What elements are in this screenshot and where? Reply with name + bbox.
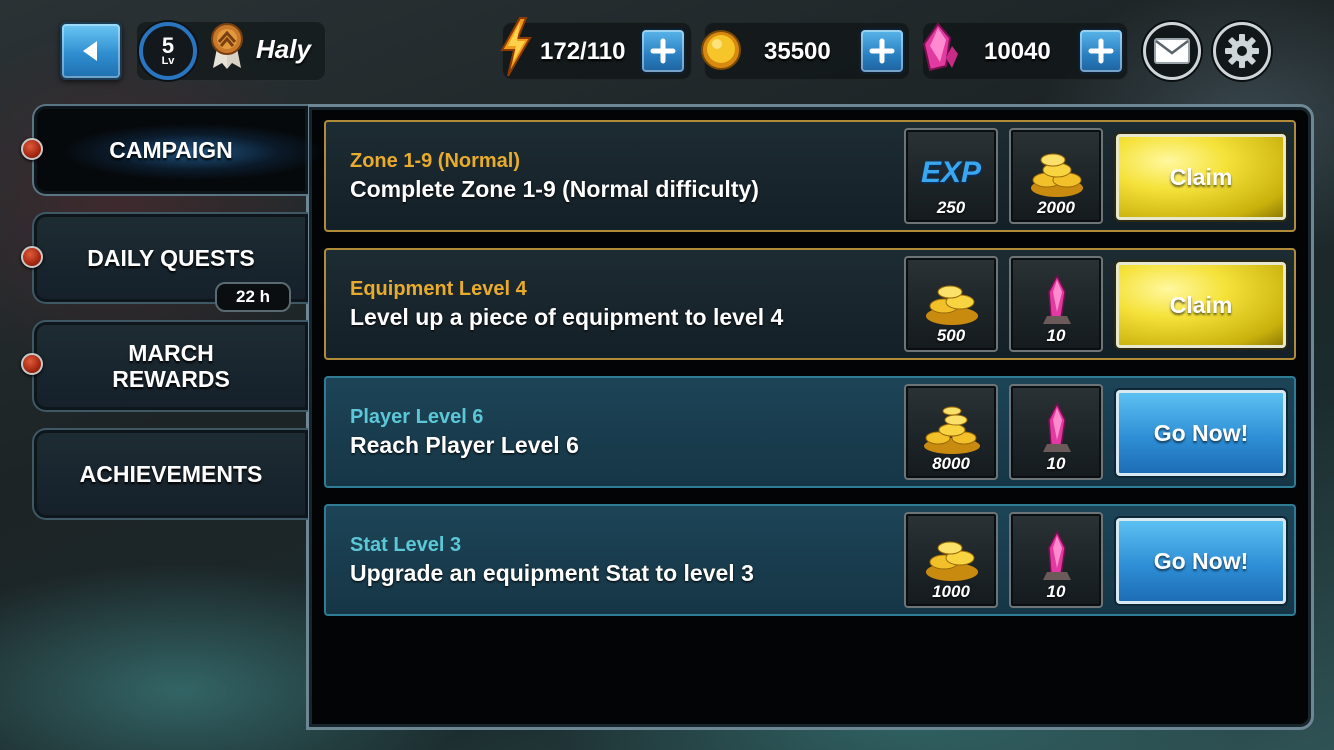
plus-icon — [1088, 38, 1114, 64]
tab-march-rewards-label: MARCH REWARDS — [112, 340, 230, 392]
plus-icon — [650, 38, 676, 64]
quest-title: Equipment Level 4 — [350, 278, 527, 300]
reward-amount: 500 — [936, 326, 966, 345]
gold-coin-pile-icon — [926, 285, 978, 325]
claim-button[interactable]: Claim — [1116, 134, 1286, 220]
reward-amount: 10 — [1046, 454, 1066, 473]
reward-slot-gem[interactable]: 10 — [1009, 256, 1103, 352]
reward-amount: 250 — [936, 198, 966, 217]
reward-slot-gem[interactable]: 10 — [1009, 384, 1103, 480]
gold-coin-pile-icon — [924, 406, 980, 454]
quest-title: Stat Level 3 — [350, 534, 462, 556]
settings-button[interactable] — [1213, 22, 1271, 80]
pink-gem-icon — [1043, 402, 1071, 452]
player-name: Haly — [256, 34, 311, 64]
exp-icon: EXP — [920, 156, 982, 189]
gear-icon — [1225, 34, 1259, 68]
gold-coin-pile-icon — [926, 541, 978, 581]
quest-description: Reach Player Level 6 — [350, 432, 579, 458]
reward-slot-gem[interactable]: 10 — [1009, 512, 1103, 608]
reward-slot-gold[interactable]: 8000 — [904, 384, 998, 480]
reward-amount: 1000 — [932, 582, 970, 601]
plus-icon — [869, 38, 895, 64]
reward-slot-gold[interactable]: 500 — [904, 256, 998, 352]
quest-row: Equipment Level 4 Level up a piece of eq… — [324, 248, 1296, 360]
back-arrow-icon — [83, 41, 97, 61]
add-gold-button[interactable] — [859, 28, 905, 74]
pink-gem-icon — [922, 22, 958, 72]
reward-slot-exp[interactable]: EXP 250 — [904, 128, 998, 224]
quest-description: Upgrade an equipment Stat to level 3 — [350, 560, 754, 586]
reward-slot-gold[interactable]: 2000 — [1009, 128, 1103, 224]
tab-campaign[interactable]: CAMPAIGN — [32, 104, 324, 196]
march-rewards-notification-dot — [21, 353, 43, 375]
gold-coin-pile-icon — [1031, 153, 1083, 197]
mail-envelope-icon — [1154, 38, 1190, 64]
reward-amount: 8000 — [932, 454, 970, 473]
quest-title: Zone 1-9 (Normal) — [350, 150, 521, 172]
add-gem-button[interactable] — [1078, 28, 1124, 74]
tab-march-rewards[interactable]: MARCH REWARDS — [32, 320, 308, 412]
player-level-value: 5 — [161, 32, 175, 58]
gold-value: 35500 — [764, 38, 831, 65]
pink-gem-icon — [1043, 530, 1071, 580]
reward-slot-gold[interactable]: 1000 — [904, 512, 998, 608]
quest-description: Level up a piece of equipment to level 4 — [350, 304, 784, 330]
add-energy-button[interactable] — [640, 28, 686, 74]
reward-amount: 10 — [1046, 326, 1066, 345]
quest-description: Complete Zone 1-9 (Normal difficulty) — [350, 176, 759, 202]
tab-campaign-label: CAMPAIGN — [109, 137, 233, 163]
pink-gem-icon — [1043, 274, 1071, 324]
reward-amount: 2000 — [1037, 198, 1075, 217]
go-now-button[interactable]: Go Now! — [1116, 390, 1286, 476]
daily-quests-notification-dot — [21, 246, 43, 268]
tab-achievements[interactable]: ACHIEVEMENTS — [32, 428, 308, 520]
rank-medal-icon — [211, 23, 243, 69]
player-level-badge[interactable]: 5 Lv — [139, 22, 197, 80]
go-now-button[interactable]: Go Now! — [1116, 518, 1286, 604]
gold-coin-icon — [701, 30, 741, 70]
quest-title: Player Level 6 — [350, 406, 484, 428]
campaign-notification-dot — [21, 138, 43, 160]
mail-button[interactable] — [1143, 22, 1201, 80]
tab-daily-quests-label: DAILY QUESTS — [87, 245, 255, 271]
quest-row: Player Level 6 Reach Player Level 6 8000… — [324, 376, 1296, 488]
reward-amount: 10 — [1046, 582, 1066, 601]
quest-row: Stat Level 3 Upgrade an equipment Stat t… — [324, 504, 1296, 616]
energy-value: 172/110 — [540, 38, 626, 65]
daily-quests-timer-badge: 22 h — [215, 282, 291, 312]
back-button[interactable] — [60, 22, 122, 80]
tab-achievements-label: ACHIEVEMENTS — [79, 461, 263, 487]
quest-row: Zone 1-9 (Normal) Complete Zone 1-9 (Nor… — [324, 120, 1296, 232]
energy-bolt-icon — [500, 17, 532, 77]
claim-button[interactable]: Claim — [1116, 262, 1286, 348]
gem-value: 10040 — [984, 38, 1051, 65]
player-level-label: Lv — [161, 54, 175, 67]
